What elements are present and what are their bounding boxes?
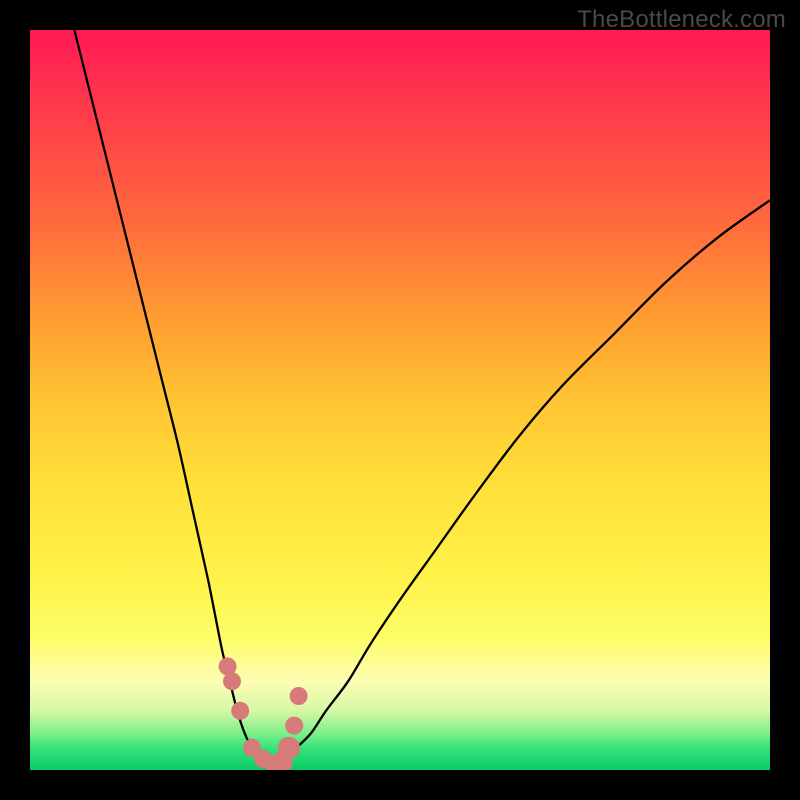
left-curve (74, 30, 274, 770)
threshold-marker (223, 672, 241, 690)
threshold-marker (278, 737, 300, 759)
curve-layer (30, 30, 770, 770)
watermark-text: TheBottleneck.com (577, 6, 786, 34)
threshold-markers (219, 657, 308, 770)
right-curve (274, 200, 770, 770)
threshold-marker (231, 702, 249, 720)
chart-frame: TheBottleneck.com (0, 0, 800, 800)
plot-area (30, 30, 770, 770)
threshold-marker (285, 717, 303, 735)
threshold-marker (290, 687, 308, 705)
